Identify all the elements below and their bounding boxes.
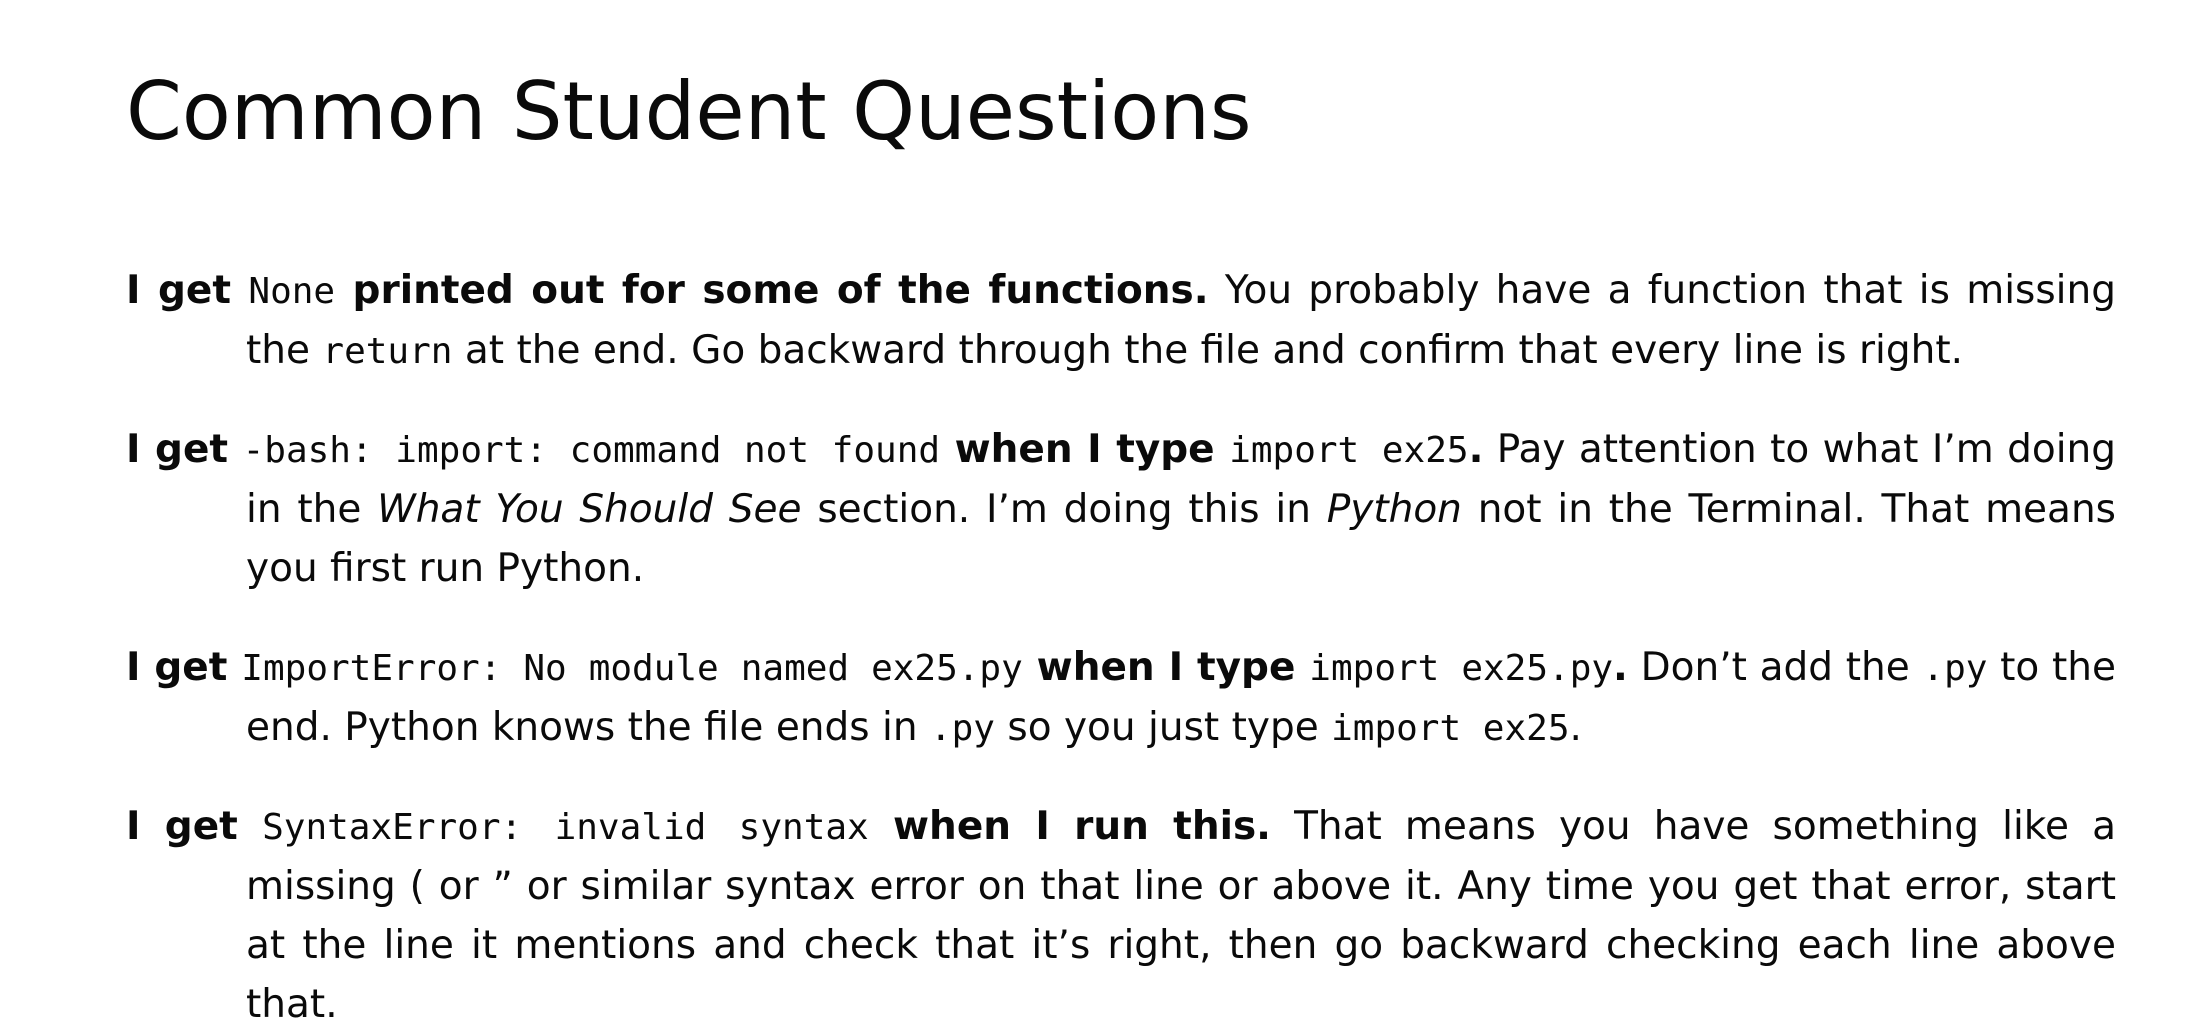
answer-code: import ex25 bbox=[1331, 708, 1570, 749]
question-text: when I type bbox=[940, 427, 1230, 472]
answer-text: . bbox=[1569, 705, 1582, 750]
answer-text: at the end. Go backward through the file… bbox=[452, 328, 1964, 373]
answer-code: return bbox=[322, 331, 453, 372]
question-text: . bbox=[1613, 645, 1628, 690]
question-code: import ex25.py bbox=[1309, 648, 1614, 689]
question-code: import ex25 bbox=[1229, 430, 1469, 471]
answer-code: .py bbox=[1922, 648, 1988, 689]
question-code: None bbox=[248, 271, 336, 312]
faq-entry: I get SyntaxError: invalid syntax when I… bbox=[126, 797, 2116, 1034]
question-text: I get bbox=[126, 268, 249, 313]
faq-entry: I get ImportError: No module named ex25.… bbox=[126, 638, 2116, 758]
faq-question: I get ImportError: No module named ex25.… bbox=[126, 645, 1628, 690]
faq-entry: I get None printed out for some of the f… bbox=[126, 261, 2116, 381]
question-text: I get bbox=[126, 427, 243, 472]
answer-emphasis: Python bbox=[1326, 487, 1462, 532]
question-text: when I type bbox=[1022, 645, 1310, 690]
question-text: I get bbox=[126, 804, 263, 849]
faq-question: I get -bash: import: command not found w… bbox=[126, 427, 1483, 472]
faq-entry: I get -bash: import: command not found w… bbox=[126, 420, 2116, 598]
question-text: printed out for some of the functions. bbox=[335, 268, 1209, 313]
section-title: Common Student Questions bbox=[126, 65, 1252, 158]
question-text: when I run this. bbox=[868, 804, 1271, 849]
answer-text: Don’t add the bbox=[1627, 645, 1923, 690]
answer-text: so you just type bbox=[994, 705, 1332, 750]
question-text: . bbox=[1468, 427, 1484, 472]
answer-text: section. I’m doing this in bbox=[801, 487, 1327, 532]
faq-question: I get SyntaxError: invalid syntax when I… bbox=[126, 804, 1271, 849]
question-text: I get bbox=[126, 645, 242, 690]
question-code: -bash: import: command not found bbox=[242, 430, 941, 471]
question-code: ImportError: No module named ex25.py bbox=[241, 648, 1023, 689]
faq-question: I get None printed out for some of the f… bbox=[126, 268, 1209, 313]
question-code: SyntaxError: invalid syntax bbox=[262, 807, 869, 848]
answer-emphasis: What You Should See bbox=[377, 487, 802, 532]
answer-code: .py bbox=[929, 708, 995, 749]
